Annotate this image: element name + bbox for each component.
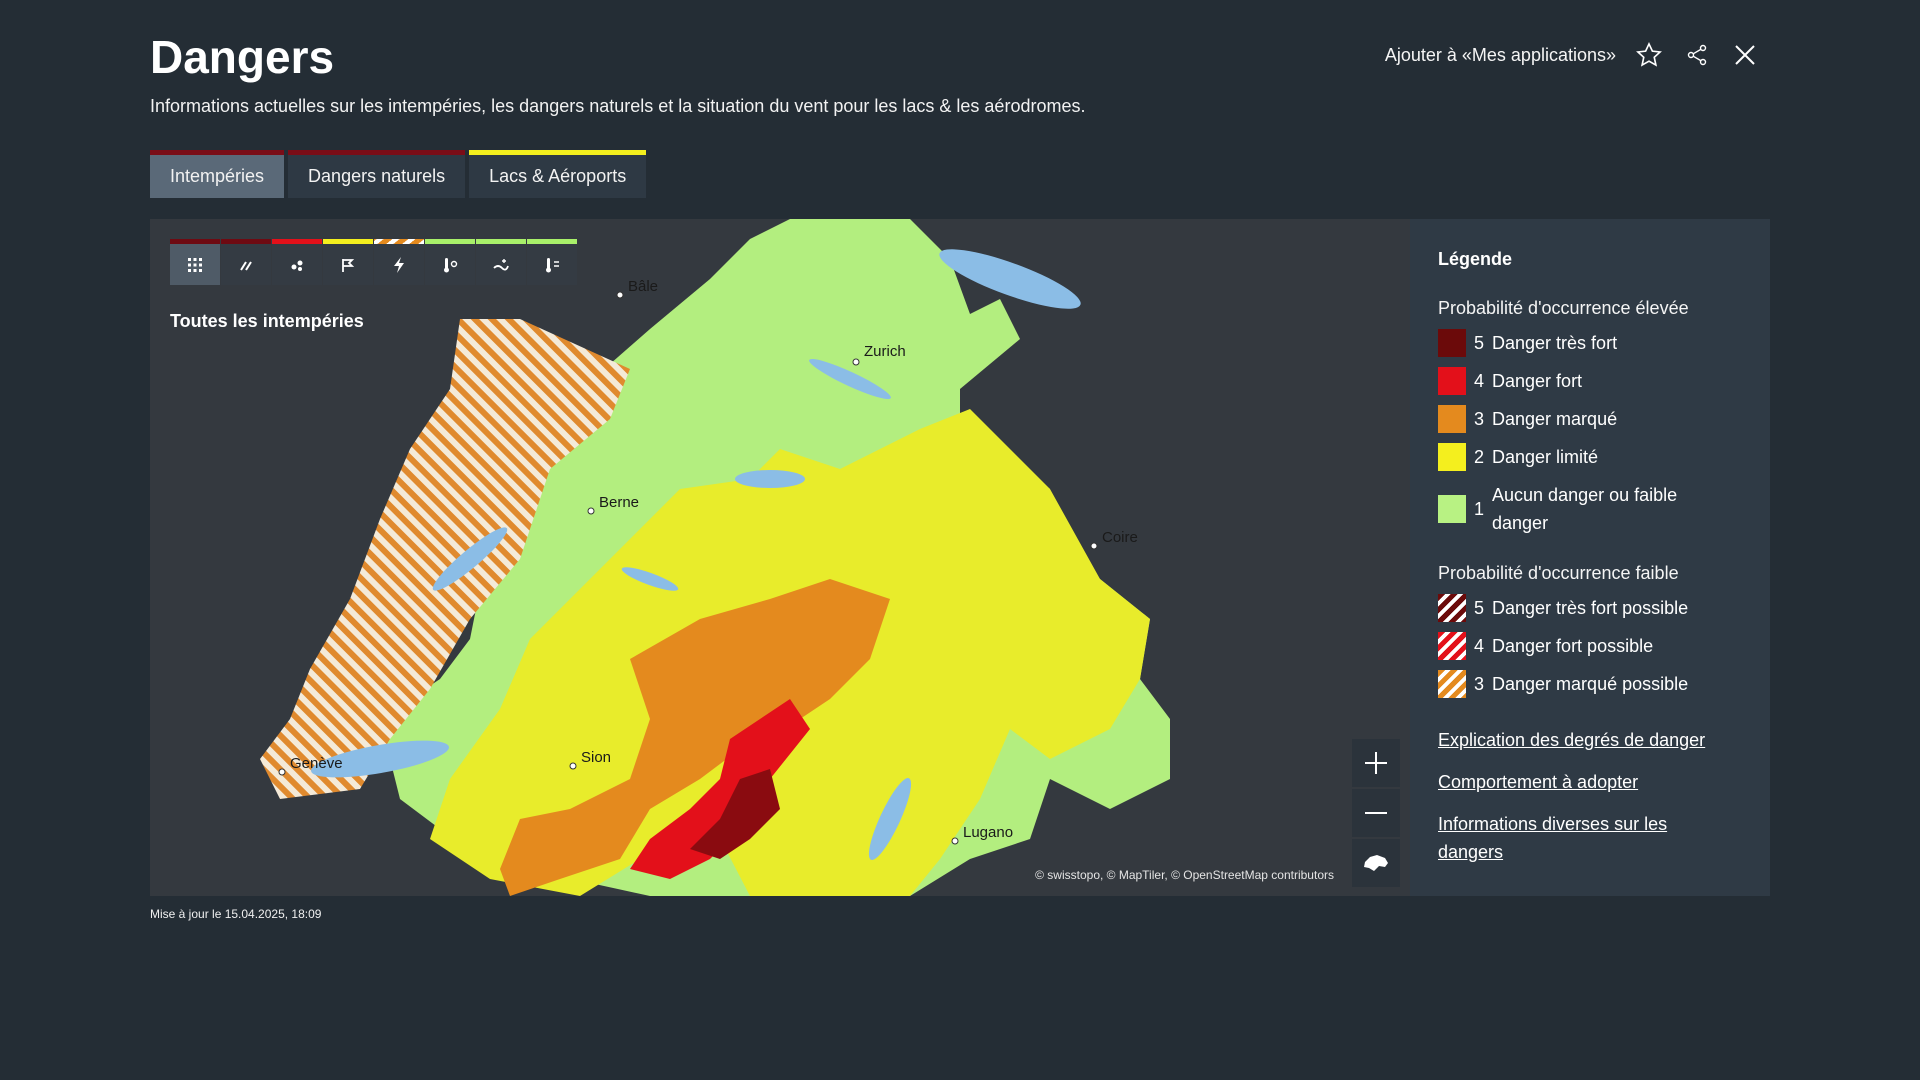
- city-berne: Berne: [599, 494, 639, 511]
- close-icon[interactable]: [1730, 40, 1760, 70]
- page-subtitle: Informations actuelles sur les intempéri…: [150, 96, 1086, 116]
- city-lugano: Lugano: [963, 824, 1013, 841]
- legend-low-title: Probabilité d'occurrence faible: [1438, 563, 1679, 583]
- switzerland-icon: [1364, 855, 1388, 871]
- filter-rain-button[interactable]: [221, 239, 271, 285]
- minus-icon: [1365, 812, 1387, 814]
- heat-icon: [444, 257, 458, 272]
- share-icon[interactable]: [1682, 40, 1712, 70]
- filter-cold-button[interactable]: [527, 239, 577, 285]
- legend-item-5-possible: 5 Danger très fort possible: [1438, 594, 1742, 622]
- hazard-filter-bar: [170, 239, 577, 285]
- filter-lightning-button[interactable]: [374, 239, 424, 285]
- lake-lucerne: [735, 470, 805, 488]
- plus-icon: [1365, 752, 1387, 774]
- legend-swatch: [1438, 405, 1466, 433]
- tab-dangers-naturels[interactable]: Dangers naturels: [288, 150, 466, 198]
- legend-swatch: [1438, 367, 1466, 395]
- filter-frost-button[interactable]: [476, 239, 526, 285]
- legend-item-2: 2 Danger limité: [1438, 443, 1742, 471]
- legend-swatch: [1438, 594, 1466, 622]
- cold-icon: [546, 257, 559, 272]
- tab-lacs-aeroports[interactable]: Lacs & Aéroports: [469, 150, 647, 198]
- legend-item-4-possible: 4 Danger fort possible: [1438, 632, 1742, 660]
- legend-title: Légende: [1438, 249, 1513, 269]
- reset-view-button[interactable]: [1352, 839, 1400, 887]
- page-title: Dangers: [150, 31, 335, 83]
- city-coire: Coire: [1102, 529, 1138, 546]
- header-actions: Ajouter à «Mes applications»: [1385, 40, 1760, 70]
- legend-panel: Légende Probabilité d'occurrence élevée …: [1410, 219, 1770, 896]
- filter-wind-button[interactable]: [323, 239, 373, 285]
- star-icon[interactable]: [1634, 40, 1664, 70]
- city-bale: Bâle: [628, 278, 658, 295]
- filter-heat-button[interactable]: [425, 239, 475, 285]
- legend-item-4: 4 Danger fort: [1438, 367, 1742, 395]
- misc-info-link[interactable]: Informations diverses sur les dangers: [1438, 810, 1718, 866]
- legend-item-5: 5 Danger très fort: [1438, 329, 1742, 357]
- rain-icon: [240, 260, 252, 271]
- danger-map[interactable]: Bâle Zurich Berne Coire Sion Genève Luga…: [150, 219, 1410, 896]
- wind-icon: [342, 258, 355, 272]
- legend-item-1: 1 Aucun danger ou faible danger: [1438, 481, 1742, 537]
- tab-bar: Intempéries Dangers naturels Lacs & Aéro…: [150, 150, 647, 198]
- city-geneve: Genève: [290, 755, 343, 772]
- legend-high-title: Probabilité d'occurrence élevée: [1438, 298, 1689, 318]
- legend-item-3-possible: 3 Danger marqué possible: [1438, 670, 1742, 698]
- legend-swatch: [1438, 632, 1466, 660]
- last-updated: Mise à jour le 15.04.2025, 18:09: [150, 907, 322, 921]
- filter-all-button[interactable]: [170, 239, 220, 285]
- city-sion: Sion: [581, 749, 611, 766]
- frost-icon: [493, 258, 509, 270]
- map-attribution: © swisstopo, © MapTiler, © OpenStreetMap…: [1035, 868, 1334, 882]
- danger-levels-link[interactable]: Explication des degrés de danger: [1438, 726, 1742, 754]
- legend-swatch: [1438, 329, 1466, 357]
- legend-swatch: [1438, 670, 1466, 698]
- lightning-icon: [394, 256, 404, 273]
- city-zurich: Zurich: [864, 343, 906, 360]
- filter-snow-button[interactable]: [272, 239, 322, 285]
- tab-intemperies[interactable]: Intempéries: [150, 150, 285, 198]
- legend-item-3: 3 Danger marqué: [1438, 405, 1742, 433]
- legend-swatch: [1438, 495, 1466, 523]
- map-layer-title: Toutes les intempéries: [170, 311, 364, 331]
- legend-swatch: [1438, 443, 1466, 471]
- add-to-my-apps-link[interactable]: Ajouter à «Mes applications»: [1385, 45, 1616, 66]
- zoom-in-button[interactable]: [1352, 739, 1400, 787]
- zoom-out-button[interactable]: [1352, 789, 1400, 837]
- snow-icon: [291, 260, 303, 271]
- grid-icon: [188, 257, 202, 272]
- behaviour-link[interactable]: Comportement à adopter: [1438, 768, 1742, 796]
